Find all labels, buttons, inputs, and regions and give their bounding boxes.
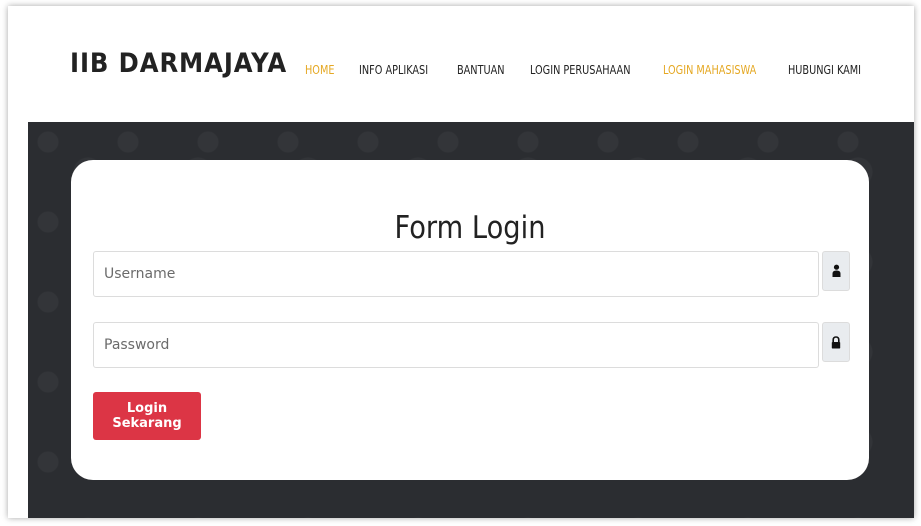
user-icon [822,251,850,291]
browser-frame: IIB DARMAJAYA HOME INFO APLIKASI BANTUAN… [8,6,914,518]
username-group [93,251,850,297]
brand-logo[interactable]: IIB DARMAJAYA [70,48,287,79]
nav-home[interactable]: HOME [305,63,334,77]
login-card: Form Login Login Sekarang [71,160,869,480]
nav-login-perusahaan[interactable]: LOGIN PERUSAHAAN [530,63,630,77]
lock-icon [822,322,850,362]
password-group [93,322,850,368]
username-input[interactable] [93,251,819,297]
nav-login-mahasiswa[interactable]: LOGIN MAHASISWA [663,63,756,77]
login-button[interactable]: Login Sekarang [93,392,201,440]
main-nav: HOME INFO APLIKASI BANTUAN LOGIN PERUSAH… [305,63,914,77]
form-title: Form Login [394,210,546,246]
top-navbar: IIB DARMAJAYA HOME INFO APLIKASI BANTUAN… [8,6,914,122]
nav-bantuan[interactable]: BANTUAN [457,63,505,77]
nav-info-aplikasi[interactable]: INFO APLIKASI [359,63,428,77]
nav-hubungi-kami[interactable]: HUBUNGI KAMI [788,63,861,77]
password-input[interactable] [93,322,819,368]
